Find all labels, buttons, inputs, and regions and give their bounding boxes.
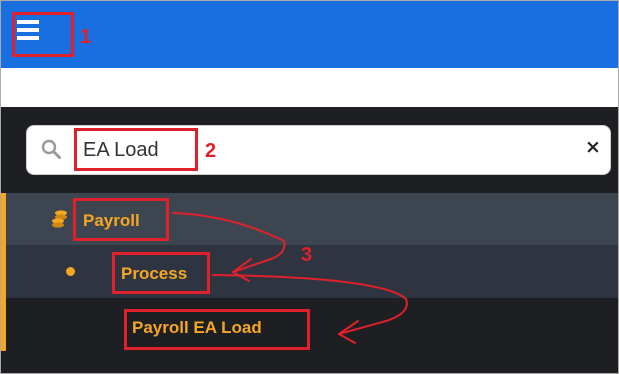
header-spacer bbox=[1, 68, 618, 107]
step-number-2: 2 bbox=[205, 140, 217, 162]
bullet-dot-icon bbox=[66, 267, 75, 276]
hamburger-line bbox=[17, 20, 39, 24]
menu-item-payroll-ea-load[interactable] bbox=[1, 298, 618, 351]
coins-icon bbox=[52, 210, 67, 228]
clear-search-button[interactable]: × bbox=[585, 136, 601, 158]
menu-item-label: Process bbox=[121, 264, 188, 283]
hamburger-menu-icon[interactable] bbox=[17, 20, 39, 40]
top-navbar bbox=[1, 1, 618, 68]
app-window: × Payroll Process Payroll EA Load 1 2 3 bbox=[0, 0, 619, 374]
menu-item-label: Payroll EA Load bbox=[132, 318, 262, 337]
search-icon bbox=[41, 139, 61, 159]
search-input[interactable] bbox=[83, 137, 183, 163]
step-number-1: 1 bbox=[80, 26, 92, 48]
hamburger-line bbox=[17, 36, 39, 40]
step-number-3: 3 bbox=[301, 244, 313, 266]
hamburger-line bbox=[17, 28, 39, 32]
menu-item-label: Payroll bbox=[83, 211, 140, 230]
